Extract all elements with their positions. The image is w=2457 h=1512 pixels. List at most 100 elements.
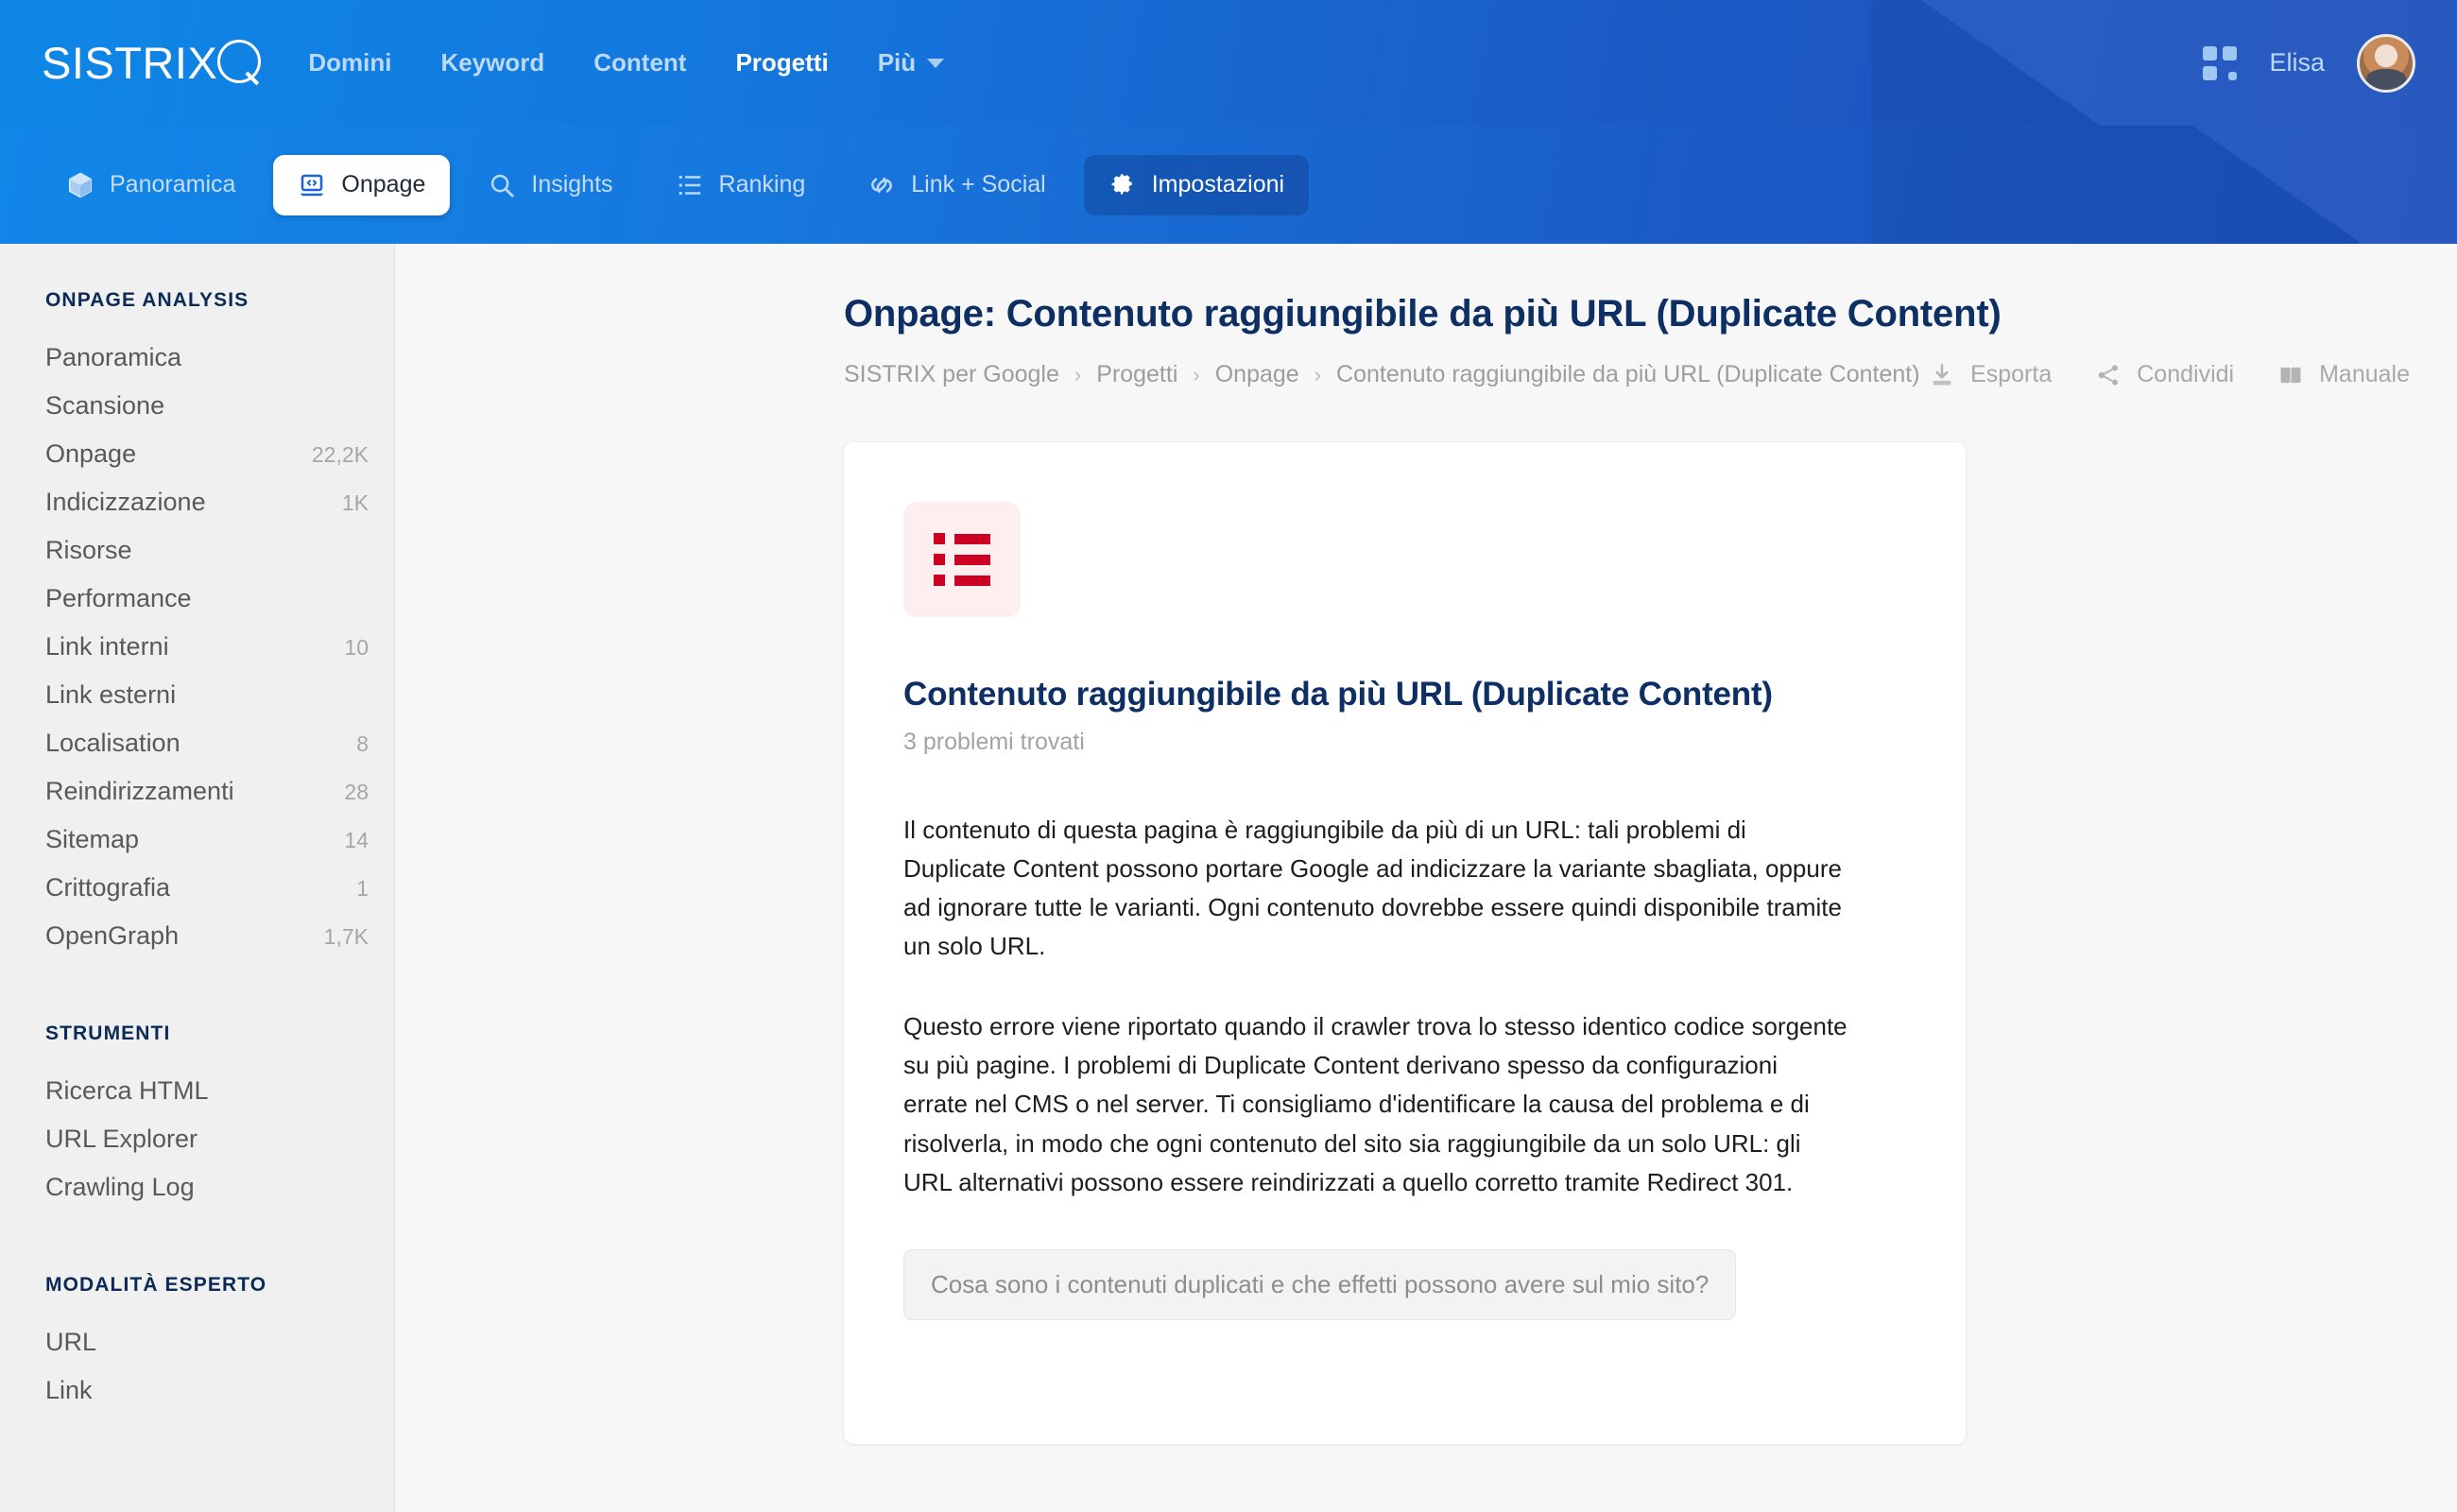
export-button[interactable]: Esporta [1929, 361, 2052, 388]
sidebar-item-label: URL Explorer [45, 1125, 198, 1153]
breadcrumb-separator-icon: › [1314, 362, 1322, 387]
tab-onpage[interactable]: Onpage [273, 154, 451, 215]
issue-card: Contenuto raggiungibile da più URL (Dupl… [844, 442, 1966, 1444]
sidebar-section-title-strumenti: STRUMENTI [45, 1022, 171, 1044]
tab-impostazioni-label: Impostazioni [1151, 171, 1285, 198]
sidebar-item-label: Sitemap [45, 825, 140, 853]
sidebar-item-crawling-log[interactable]: Crawling Log [45, 1163, 369, 1211]
card-paragraph-2: Questo errore viene riportato quando il … [903, 1012, 1847, 1196]
sidebar-item-label: Indicizzazione [45, 488, 206, 516]
sidebar-item-crittografia[interactable]: Crittografia 1 [45, 864, 369, 912]
share-label: Condividi [2137, 361, 2235, 387]
tab-insights[interactable]: Insights [463, 155, 637, 215]
sidebar-item-ricerca-html[interactable]: Ricerca HTML [45, 1067, 369, 1115]
manual-label: Manuale [2319, 361, 2410, 387]
project-subnav: Panoramica Onpage Insights Ranking Link … [0, 126, 2457, 244]
sidebar-item-count: 1,7K [323, 924, 369, 949]
tab-link-social-label: Link + Social [911, 171, 1046, 198]
sidebar-item-count: 28 [344, 780, 369, 804]
brand-wordmark: SISTRIX [42, 38, 218, 88]
sidebar-item-onpage[interactable]: Onpage 22,2K [45, 430, 369, 478]
sidebar-item-label: Crawling Log [45, 1173, 195, 1201]
nav-item-content[interactable]: Content [593, 48, 686, 77]
share-button[interactable]: Condividi [2095, 361, 2234, 388]
sidebar-item-label: Reindirizzamenti [45, 777, 234, 805]
brand-logo[interactable]: SISTRIX [42, 37, 263, 89]
chevron-down-icon [927, 58, 945, 68]
breadcrumb-separator-icon: › [1074, 362, 1082, 387]
nav-item-keyword[interactable]: Keyword [440, 48, 544, 77]
card-subtitle: 3 problemi trovati [903, 729, 1085, 755]
cube-icon [68, 172, 93, 198]
card-title: Contenuto raggiungibile da più URL (Dupl… [903, 676, 1773, 713]
page-title: Onpage: Contenuto raggiungibile da più U… [844, 293, 2002, 335]
book-icon [2280, 367, 2301, 383]
nav-item-progetti[interactable]: Progetti [735, 48, 828, 77]
sidebar-item-label: Link interni [45, 632, 169, 661]
avatar[interactable] [2357, 33, 2415, 93]
sidebar-item-label: Scansione [45, 391, 165, 420]
sidebar-item-risorse[interactable]: Risorse [45, 526, 369, 575]
sidebar-item-scansione[interactable]: Scansione [45, 382, 369, 430]
username-label[interactable]: Elisa [2269, 48, 2325, 77]
sidebar-item-url-explorer[interactable]: URL Explorer [45, 1115, 369, 1163]
main-navigation: Domini Keyword Content Progetti Più [308, 48, 945, 77]
sidebar-section-title-modalita-esperto: MODALITÀ ESPERTO [45, 1274, 267, 1296]
share-icon [2098, 364, 2119, 386]
tab-panoramica[interactable]: Panoramica [42, 155, 260, 215]
sidebar-item-label: Localisation [45, 729, 180, 757]
sidebar-item-localisation[interactable]: Localisation 8 [45, 719, 369, 767]
top-header: SISTRIX Domini Keyword Content Progetti … [0, 0, 2457, 126]
bulleted-list-icon [934, 533, 990, 586]
sidebar-section-title-onpage-analysis: ONPAGE ANALYSIS [45, 289, 249, 311]
card-paragraph-1: Il contenuto di questa pagina è raggiung… [903, 816, 1842, 961]
sidebar-item-count: 10 [344, 635, 369, 660]
sidebar-item-link[interactable]: Link [45, 1366, 369, 1415]
tab-ranking[interactable]: Ranking [651, 155, 831, 215]
page-actions: Esporta Condividi Manuale [1929, 361, 2410, 388]
sidebar-item-label: Onpage [45, 439, 137, 468]
sidebar-item-link-interni[interactable]: Link interni 10 [45, 623, 369, 671]
tab-panoramica-label: Panoramica [110, 171, 236, 198]
tab-insights-label: Insights [531, 171, 613, 198]
gear-icon [1111, 173, 1132, 195]
sidebar-item-performance[interactable]: Performance [45, 575, 369, 623]
card-icon-tile [903, 502, 1021, 617]
breadcrumb-item-sistrix-per-google[interactable]: SISTRIX per Google [844, 361, 1059, 388]
sidebar-item-reindirizzamenti[interactable]: Reindirizzamenti 28 [45, 767, 369, 816]
magnifier-icon [215, 39, 263, 87]
sidebar-item-label: Risorse [45, 536, 132, 564]
manual-button[interactable]: Manuale [2277, 361, 2410, 388]
breadcrumb-separator-icon: › [1193, 362, 1200, 387]
breadcrumb-item-progetti[interactable]: Progetti [1096, 361, 1177, 388]
list-ranking-icon [679, 175, 700, 195]
breadcrumb-row: SISTRIX per Google › Progetti › Onpage ›… [844, 361, 2410, 388]
link-icon [871, 177, 893, 193]
nav-item-piu[interactable]: Più [878, 48, 945, 77]
breadcrumb-item-onpage[interactable]: Onpage [1215, 361, 1299, 388]
sidebar-item-link-esterni[interactable]: Link esterni [45, 671, 369, 719]
tab-link-social[interactable]: Link + Social [843, 155, 1070, 215]
sidebar-item-count: 8 [356, 731, 369, 756]
sidebar-item-url[interactable]: URL [45, 1318, 369, 1366]
sidebar-item-panoramica[interactable]: Panoramica [45, 334, 369, 382]
breadcrumb: SISTRIX per Google › Progetti › Onpage ›… [844, 361, 1920, 388]
sidebar-item-label: Crittografia [45, 873, 171, 902]
faq-question-button[interactable]: Cosa sono i contenuti duplicati e che ef… [903, 1248, 1737, 1320]
sidebar-item-label: URL [45, 1328, 97, 1356]
tab-ranking-label: Ranking [718, 171, 806, 198]
tab-impostazioni[interactable]: Impostazioni [1083, 154, 1310, 215]
sidebar-item-label: Panoramica [45, 343, 182, 371]
breadcrumb-item-current: Contenuto raggiungibile da più URL (Dupl… [1336, 361, 1920, 387]
download-icon [1933, 363, 1951, 385]
export-label: Esporta [1970, 361, 2053, 387]
grid-apps-icon[interactable] [2203, 45, 2238, 80]
sidebar-item-count: 1 [356, 876, 369, 901]
sidebar-item-opengraph[interactable]: OpenGraph 1,7K [45, 912, 369, 960]
sidebar-item-label: Link esterni [45, 680, 177, 709]
sidebar-item-indicizzazione[interactable]: Indicizzazione 1K [45, 478, 369, 526]
sidebar-item-label: Performance [45, 584, 192, 612]
sidebar-item-count: 22,2K [311, 442, 369, 467]
nav-item-domini[interactable]: Domini [308, 48, 391, 77]
sidebar-item-sitemap[interactable]: Sitemap 14 [45, 816, 369, 864]
